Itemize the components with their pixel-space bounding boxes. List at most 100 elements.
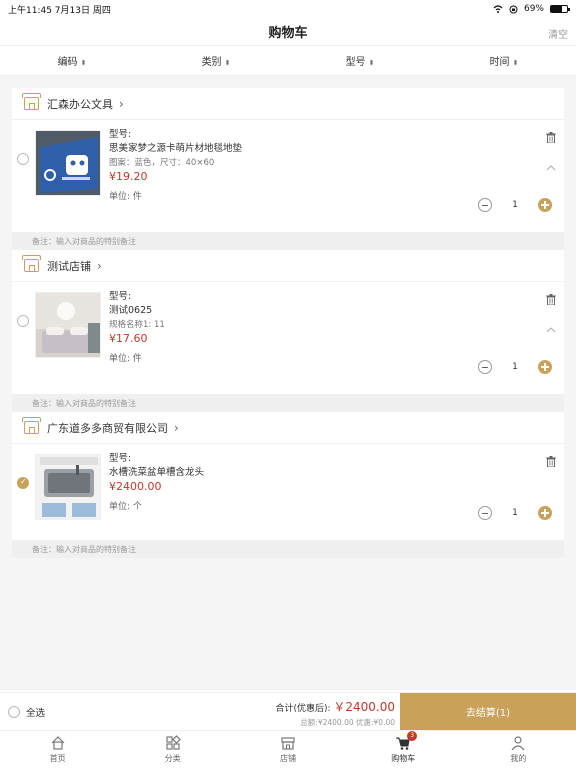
item-name[interactable]: 思美家梦之源卡萌片材地毯地垫: [109, 142, 479, 156]
plus-button[interactable]: [538, 360, 552, 374]
battery-fill: [551, 6, 563, 12]
chevron-right-icon: ›: [119, 96, 124, 111]
tab-category[interactable]: 分类: [115, 731, 230, 768]
tab-mine[interactable]: 我的: [461, 731, 576, 768]
sort-time[interactable]: 时间 ⬍: [432, 53, 576, 68]
sort-arrows-icon: ⬍: [80, 59, 87, 67]
item-info: 型号: 思美家梦之源卡萌片材地毯地垫 图案：蓝色，尺寸：40×60 ¥19.20…: [109, 128, 479, 204]
status-bar: 上午11:45 7月13日 周四 69%: [0, 0, 576, 18]
total-area: 合计(优惠后): ￥2400.00 总额:¥2400.00 优惠:¥0.00: [120, 693, 400, 730]
select-all-label: 全选: [26, 707, 46, 719]
item-unit: 单位: 个: [109, 502, 142, 512]
checkout-bar: 全选 合计(优惠后): ￥2400.00 总额:¥2400.00 优惠:¥0.0…: [0, 692, 576, 730]
chevron-up-icon[interactable]: [546, 326, 556, 334]
item-checkbox[interactable]: [17, 153, 29, 165]
sort-arrows-icon: ⬍: [512, 59, 519, 67]
remark-input[interactable]: 备注：输入对商品的特别备注: [12, 394, 564, 412]
cart-item: 型号: 测试0625 规格名称1: 11 ¥17.60 单位: 件 1: [12, 282, 564, 394]
item-model-label: 型号:: [109, 453, 132, 464]
trash-icon[interactable]: [546, 132, 556, 143]
item-checkbox[interactable]: [17, 477, 29, 489]
quantity-value[interactable]: 1: [492, 508, 538, 518]
item-model-label: 型号:: [109, 129, 132, 140]
sort-category[interactable]: 类别 ⬍: [144, 53, 288, 68]
item-price: ¥19.20: [109, 170, 148, 183]
tab-cart-label: 购物车: [391, 754, 416, 763]
remark-input[interactable]: 备注：输入对商品的特别备注: [12, 232, 564, 250]
cart-item: 型号: 水槽洗菜盆单槽含龙头 ¥2400.00 单位: 个 1: [12, 444, 564, 556]
item-price: ¥2400.00: [109, 480, 162, 493]
tab-store[interactable]: 店铺: [230, 731, 345, 768]
product-image[interactable]: [35, 130, 101, 196]
quantity-value[interactable]: 1: [492, 362, 538, 372]
shop-name: 汇森办公文具: [47, 97, 113, 111]
tab-category-label: 分类: [164, 754, 181, 763]
select-all[interactable]: 全选: [0, 693, 120, 730]
item-name[interactable]: 测试0625: [109, 304, 479, 318]
battery-percent: 69%: [523, 4, 544, 14]
quantity-stepper: 1: [478, 198, 552, 212]
cart-content: 汇森办公文具 › 型号: 思美家梦之源卡萌片材地毯地垫 图案：蓝色，尺寸：40×…: [0, 76, 576, 690]
sort-model-label: 型号: [345, 57, 366, 68]
item-model-label: 型号:: [109, 291, 132, 302]
item-unit: 单位: 件: [109, 192, 142, 202]
trash-icon[interactable]: [546, 294, 556, 305]
doormat-picture: [36, 131, 100, 195]
shop-name: 测试店铺: [47, 259, 91, 273]
bedroom-picture: [36, 293, 100, 357]
tab-store-label: 店铺: [280, 754, 296, 763]
checkout-button[interactable]: 去结算(1): [400, 693, 576, 730]
wifi-icon: [493, 5, 503, 13]
plus-button[interactable]: [538, 506, 552, 520]
plus-button[interactable]: [538, 198, 552, 212]
item-spec: 图案：蓝色，尺寸：40×60: [109, 158, 215, 168]
quantity-value[interactable]: 1: [492, 200, 538, 210]
chevron-up-icon[interactable]: [546, 164, 556, 172]
lock-rotation-icon: [509, 5, 518, 13]
product-image[interactable]: [35, 292, 101, 358]
shop-header[interactable]: 测试店铺 ›: [12, 250, 564, 282]
trash-icon[interactable]: [546, 456, 556, 467]
sort-code[interactable]: 编码 ⬍: [0, 53, 144, 68]
chevron-right-icon: ›: [174, 420, 179, 435]
shop-header[interactable]: 广东道多多商贸有限公司 ›: [12, 412, 564, 444]
battery-icon: [550, 5, 570, 13]
sort-bar: 编码 ⬍ 类别 ⬍ 型号 ⬍ 时间 ⬍: [0, 46, 576, 76]
sink-picture: [36, 455, 100, 519]
shop-icon: [22, 255, 41, 272]
item-checkbox[interactable]: [17, 315, 29, 327]
item-price: ¥17.60: [109, 332, 148, 345]
tab-home[interactable]: 首页: [0, 731, 115, 768]
minus-button[interactable]: [478, 506, 492, 520]
status-right: 69%: [493, 4, 570, 14]
sort-code-label: 编码: [57, 57, 78, 68]
shop-header[interactable]: 汇森办公文具 ›: [12, 88, 564, 120]
sort-model[interactable]: 型号 ⬍: [288, 53, 432, 68]
tab-bar: 首页 分类 店铺 3 购物车 我的: [0, 730, 576, 768]
status-time-date: 上午11:45 7月13日 周四: [8, 5, 111, 16]
select-all-checkbox[interactable]: [8, 705, 20, 718]
quantity-stepper: 1: [478, 506, 552, 520]
item-unit: 单位: 件: [109, 354, 142, 364]
sort-arrows-icon: ⬍: [368, 59, 375, 67]
total-line: 合计(优惠后): ￥2400.00: [120, 698, 395, 715]
tab-cart[interactable]: 3 购物车: [346, 731, 461, 768]
home-icon: [51, 736, 65, 750]
sort-category-label: 类别: [201, 57, 222, 68]
minus-button[interactable]: [478, 360, 492, 374]
shop-card: 广东道多多商贸有限公司 › 型号: 水槽洗菜盆单槽含龙头 ¥2400.00: [12, 412, 564, 558]
item-info: 型号: 测试0625 规格名称1: 11 ¥17.60 单位: 件: [109, 290, 479, 366]
product-image[interactable]: [35, 454, 101, 520]
tab-home-label: 首页: [49, 754, 66, 763]
quantity-stepper: 1: [478, 360, 552, 374]
cart-icon-wrap: 3: [395, 731, 418, 751]
clear-button[interactable]: 清空: [548, 26, 568, 41]
item-spec: 规格名称1: 11: [109, 320, 165, 330]
minus-button[interactable]: [478, 198, 492, 212]
user-icon: [511, 736, 525, 751]
item-name[interactable]: 水槽洗菜盆单槽含龙头: [109, 466, 479, 480]
cart-item: 型号: 思美家梦之源卡萌片材地毯地垫 图案：蓝色，尺寸：40×60 ¥19.20…: [12, 120, 564, 232]
store-icon: [281, 737, 295, 750]
sort-time-label: 时间: [489, 57, 510, 68]
cart-badge: 3: [407, 731, 418, 741]
